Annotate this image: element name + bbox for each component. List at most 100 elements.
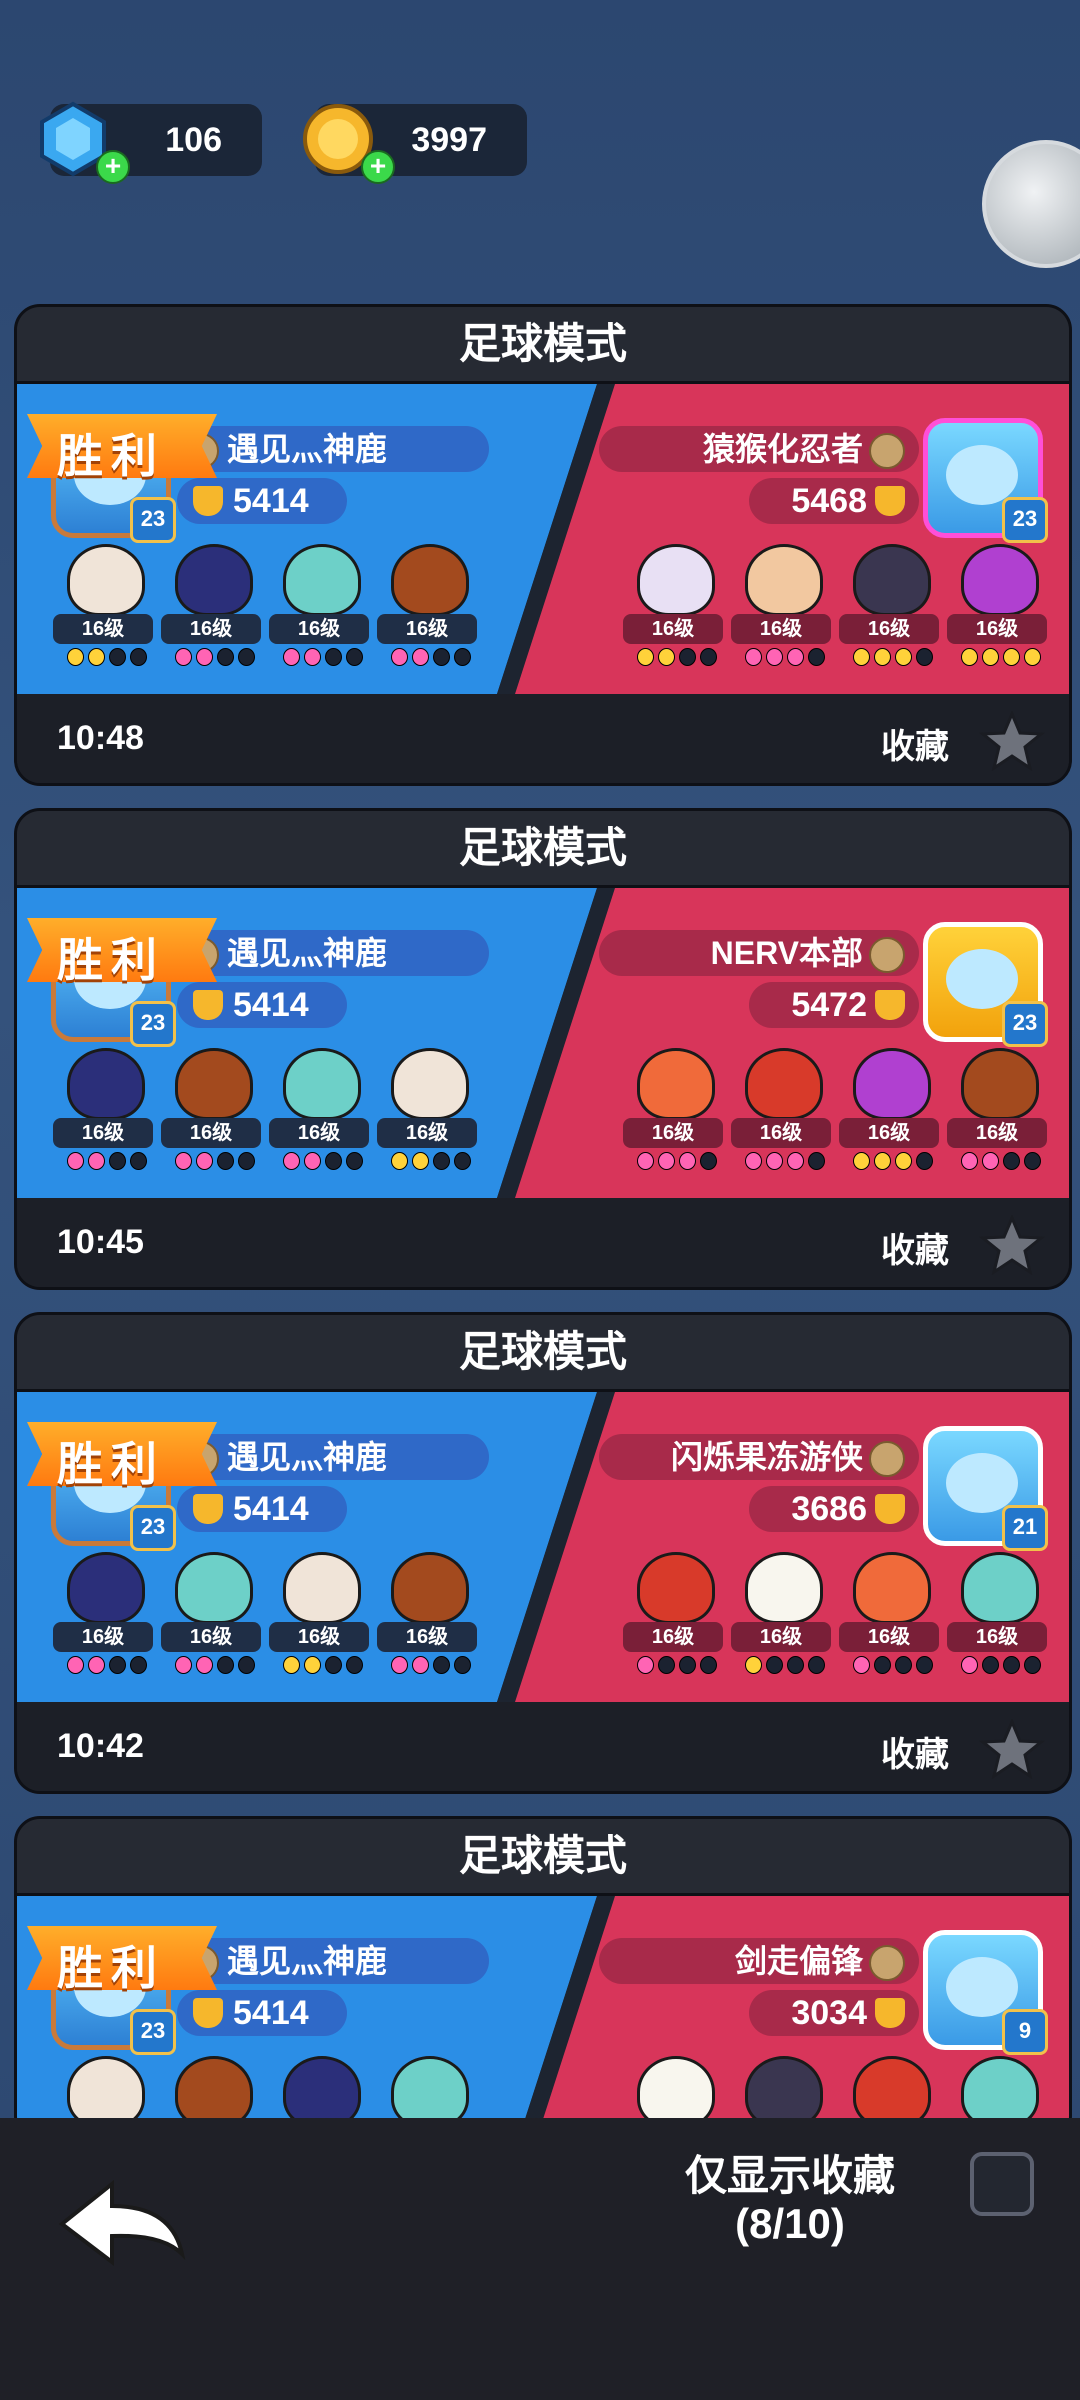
favorite-star-icon[interactable] (979, 1719, 1045, 1779)
gadget-dots (391, 648, 471, 666)
gadget-dots (283, 1656, 363, 1674)
opponent-level-badge: 9 (1002, 2009, 1048, 2055)
opponent-trophies: 3686 (749, 1486, 919, 1532)
brawler-level: 16级 (731, 614, 831, 644)
player-level-badge: 23 (130, 2009, 176, 2055)
avatar-face (946, 1453, 1018, 1513)
gadget-dot (67, 1152, 84, 1170)
opponent-avatar[interactable]: 9 (923, 1930, 1048, 2055)
gadget-dot (130, 648, 147, 666)
trophy-icon (875, 990, 905, 1020)
gadget-dot (88, 1152, 105, 1170)
brawler-level: 16级 (947, 1622, 1047, 1652)
brawler-portrait (283, 1048, 361, 1120)
gadget-dot (433, 648, 450, 666)
gadget-dots (853, 648, 933, 666)
victory-label: 胜利 (57, 1438, 165, 1490)
back-arrow-icon[interactable] (52, 2174, 192, 2274)
player-name: 遇见灬神鹿 (169, 1434, 489, 1480)
gadget-dot (238, 648, 255, 666)
gadget-dot (304, 648, 321, 666)
gadget-dot (853, 1152, 870, 1170)
brawler-slot: 16级 (623, 1048, 723, 1178)
gadget-dot (766, 1656, 783, 1674)
gadget-dot (808, 648, 825, 666)
gadget-dots (637, 1152, 717, 1170)
coin-counter[interactable]: + 3997 (303, 104, 527, 184)
gadget-dot (346, 648, 363, 666)
gadget-dot (283, 648, 300, 666)
match-time: 10:45 (57, 1223, 144, 1261)
rank-icon (869, 433, 905, 469)
favorite-star-icon[interactable] (979, 1215, 1045, 1275)
match-footer: 10:45 收藏 (17, 1203, 1069, 1287)
gadget-dot (391, 1152, 408, 1170)
favorite-star-icon[interactable] (979, 711, 1045, 771)
gadget-dot (874, 648, 891, 666)
brawler-portrait (391, 544, 469, 616)
player-name-text: 遇见灬神鹿 (227, 1943, 388, 1979)
brawler-portrait (67, 544, 145, 616)
show-favorites-only[interactable]: 仅显示收藏 (8/10) (610, 2152, 970, 2248)
brawler-level: 16级 (269, 614, 369, 644)
gadget-dot (196, 1152, 213, 1170)
gadget-dot (109, 1656, 126, 1674)
victory-label: 胜利 (57, 1942, 165, 1994)
brawler-portrait (745, 1552, 823, 1624)
victory-label: 胜利 (57, 430, 165, 482)
favorite-label: 收藏 (881, 728, 949, 766)
brawler-slot: 16级 (623, 1552, 723, 1682)
gadget-dot (766, 648, 783, 666)
gadget-dot (346, 1152, 363, 1170)
opponent-trophies-text: 3686 (791, 1490, 867, 1528)
opponent-avatar[interactable]: 23 (923, 418, 1048, 543)
brawler-slot: 16级 (377, 1048, 477, 1178)
gadget-dot (853, 648, 870, 666)
avatar-face (946, 949, 1018, 1009)
brawler-slot: 16级 (377, 544, 477, 674)
gadget-dot (130, 1656, 147, 1674)
gadget-dot (895, 1656, 912, 1674)
brawler-level: 16级 (731, 1118, 831, 1148)
brawler-portrait (283, 544, 361, 616)
brawler-portrait (961, 1552, 1039, 1624)
add-gems-icon[interactable]: + (96, 150, 130, 184)
add-coins-icon[interactable]: + (361, 150, 395, 184)
gadget-dot (745, 648, 762, 666)
opponent-avatar[interactable]: 21 (923, 1426, 1048, 1551)
brawler-level: 16级 (53, 614, 153, 644)
gadget-dot (325, 1656, 342, 1674)
gadget-dot (916, 1152, 933, 1170)
match-footer: 10:42 收藏 (17, 1707, 1069, 1791)
gadget-dots (961, 1152, 1041, 1170)
brawler-slot: 16级 (731, 544, 831, 674)
brawler-level: 16级 (269, 1622, 369, 1652)
gadget-dots (745, 1152, 825, 1170)
gadget-dot (412, 1656, 429, 1674)
opponent-name-text: 闪烁果冻游侠 (670, 1439, 863, 1475)
player-trophies-text: 5414 (233, 986, 309, 1024)
gadget-dot (1024, 648, 1041, 666)
opponent-avatar[interactable]: 23 (923, 922, 1048, 1047)
coin-count: 3997 (411, 120, 487, 159)
gadget-dot (67, 648, 84, 666)
favorites-checkbox[interactable] (970, 2152, 1034, 2216)
gadget-dot (658, 1152, 675, 1170)
gadget-dot (745, 1656, 762, 1674)
victory-badge: 胜利 (27, 918, 217, 986)
brawler-portrait (853, 544, 931, 616)
brawler-level: 16级 (947, 1118, 1047, 1148)
gadget-dot (808, 1656, 825, 1674)
opponent-trophies: 5468 (749, 478, 919, 524)
gadget-dot (1024, 1152, 1041, 1170)
gadget-dot (412, 1152, 429, 1170)
gadget-dots (283, 648, 363, 666)
brawler-level: 16级 (53, 1622, 153, 1652)
gadget-dot (961, 648, 978, 666)
player-trophies-text: 5414 (233, 1994, 309, 2032)
gem-counter[interactable]: + 106 (40, 101, 262, 184)
brawler-slot: 16级 (53, 1552, 153, 1682)
brawler-portrait (391, 1552, 469, 1624)
gadget-dot (346, 1656, 363, 1674)
brawler-portrait (175, 1048, 253, 1120)
